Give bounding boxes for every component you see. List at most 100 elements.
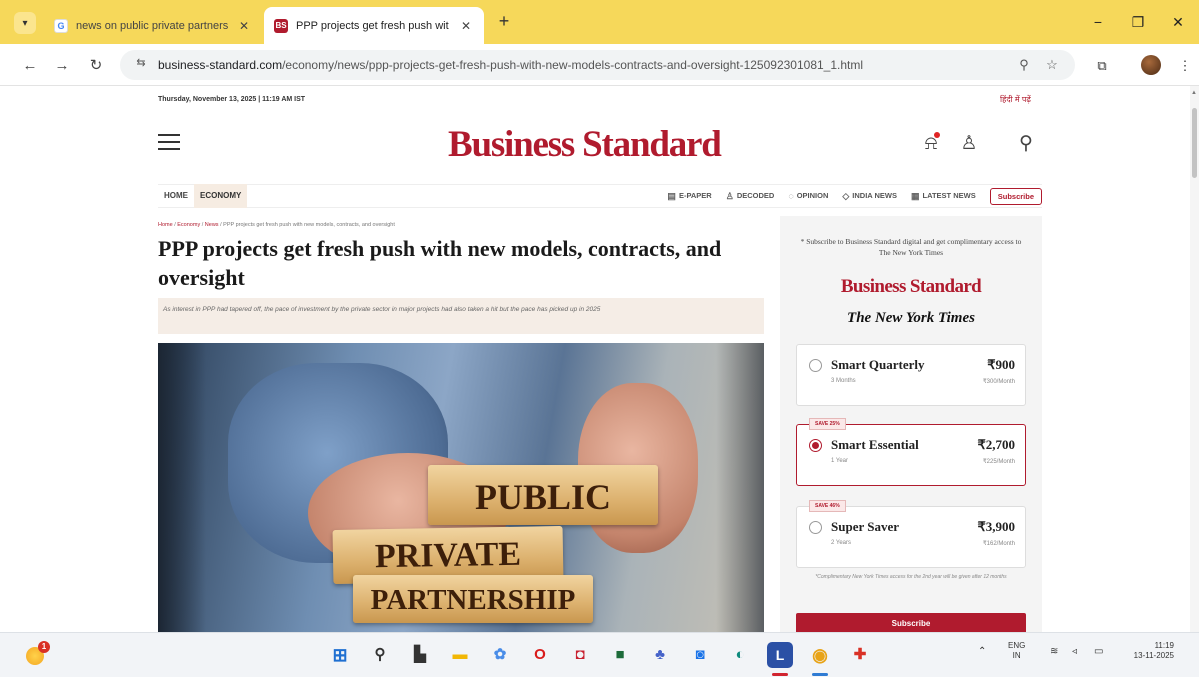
teams-icon[interactable]: ♣: [647, 642, 673, 668]
forward-button[interactable]: →: [50, 54, 74, 78]
widget-badge: 1: [38, 641, 50, 653]
plan-term: 1 Year: [831, 458, 849, 464]
article-summary: As interest in PPP had tapered off, the …: [158, 298, 764, 334]
chrome-browser-icon[interactable]: ◉: [807, 642, 833, 668]
nav-decoded[interactable]: ♙ DECODED: [720, 184, 781, 208]
windows-start-icon[interactable]: ⊞: [327, 642, 353, 668]
plan-smart-quarterly[interactable]: Smart Quarterly 3 Months ₹900 ₹300/Month: [796, 344, 1026, 406]
breadcrumb-home[interactable]: Home: [158, 222, 173, 228]
back-button[interactable]: ←: [18, 54, 42, 78]
minimize-button[interactable]: −: [1078, 10, 1118, 34]
nav-india-news[interactable]: ◇ INDIA NEWS: [836, 184, 903, 208]
newspaper-icon: ▤: [667, 191, 676, 201]
site-info-icon[interactable]: ⇆: [132, 56, 150, 74]
restore-button[interactable]: ❐: [1118, 10, 1158, 34]
google-favicon-icon: G: [54, 18, 68, 33]
task-view-icon[interactable]: ▙: [407, 642, 433, 668]
subscription-panel: * Subscribe to Business Standard digital…: [780, 216, 1042, 632]
arrow-right-icon: →: [54, 57, 70, 74]
app-red-icon[interactable]: ✚: [847, 642, 873, 668]
opinion-icon: ◌: [788, 191, 794, 201]
save-badge: SAVE 25%: [809, 418, 846, 430]
zoom-icon[interactable]: ⚲: [1013, 57, 1035, 73]
tray-overflow-icon[interactable]: ⌃: [978, 647, 986, 657]
browser-tab-article[interactable]: BS PPP projects get fresh push wit ✕: [264, 7, 484, 44]
mcafee-icon[interactable]: ◘: [567, 642, 593, 668]
new-tab-button[interactable]: +: [494, 12, 514, 32]
sidebar-subscribe-button[interactable]: Subscribe: [796, 613, 1026, 632]
edge-browser-icon[interactable]: ◐: [727, 642, 753, 668]
plan-price: ₹3,900: [977, 519, 1015, 534]
more-menu-icon[interactable]: ⋮: [1175, 56, 1195, 76]
hindi-link[interactable]: हिंदी में पढ़ें: [1000, 94, 1031, 105]
plan-radio-selected[interactable]: [809, 439, 822, 452]
nav-opinion[interactable]: ◌ OPINION: [782, 184, 834, 208]
tab-search-button[interactable]: ▾: [14, 12, 36, 34]
subscription-promo-text: * Subscribe to Business Standard digital…: [800, 237, 1022, 257]
address-bar[interactable]: ⇆ business-standard.com/economy/news/ppp…: [120, 50, 1075, 80]
search-icon[interactable]: ⚲: [1015, 133, 1037, 155]
latest-news-icon: ▦: [911, 191, 920, 201]
nav-economy[interactable]: ECONOMY: [194, 184, 248, 208]
plan-per-month: ₹225/Month: [982, 459, 1015, 465]
page-scrollbar[interactable]: ▲: [1190, 86, 1199, 632]
taskbar-search-icon[interactable]: ⚲: [367, 642, 393, 668]
app-store-icon[interactable]: ■: [607, 642, 633, 668]
scroll-up-icon[interactable]: ▲: [1191, 90, 1197, 96]
reload-icon: ↻: [89, 57, 103, 74]
active-indicator: [812, 673, 828, 676]
plan-name: Smart Quarterly: [831, 357, 925, 372]
tab-title: news on public private partners: [76, 19, 229, 32]
plan-term: 2 Years: [831, 540, 852, 546]
nav-right-group: ▤ E-PAPER ♙ DECODED ◌ OPINION ◇ INDIA NEWS ▦…: [661, 184, 1042, 208]
weather-widget[interactable]: 1: [24, 641, 52, 669]
plan-radio[interactable]: [809, 359, 822, 372]
site-logo[interactable]: Business Standard: [448, 123, 722, 166]
tab-close-icon[interactable]: ✕: [236, 19, 252, 33]
outlook-icon[interactable]: ◙: [687, 642, 713, 668]
clock[interactable]: 11:19 13-11-2025: [1124, 641, 1174, 661]
breadcrumb-news[interactable]: News: [205, 222, 219, 228]
reload-button[interactable]: ↻: [84, 54, 108, 78]
browser-tab-search[interactable]: G news on public private partners ✕: [44, 7, 262, 44]
scrollbar-thumb[interactable]: [1192, 108, 1197, 178]
opera-icon[interactable]: O: [527, 642, 553, 668]
plan-name: Super Saver: [831, 519, 900, 534]
wifi-icon[interactable]: ≋: [1050, 647, 1058, 657]
plan-price: ₹2,700: [977, 437, 1015, 452]
bookmark-star-icon[interactable]: ☆: [1041, 57, 1063, 73]
windows-taskbar: 1 ⊞ ⚲ ▙ ▬ ✿ O ◘ ■ ♣ ◙ ◐ L ◉ ✚ ⌃ ENG IN ≋…: [0, 632, 1199, 677]
save-badge: SAVE 46%: [809, 500, 846, 512]
browser-toolbar: ← → ↻ ⇆ business-standard.com/economy/ne…: [0, 44, 1199, 86]
volume-icon[interactable]: ◃: [1072, 647, 1077, 657]
menu-hamburger-icon[interactable]: [158, 134, 180, 155]
arrow-left-icon: ←: [22, 57, 38, 74]
photos-app-icon[interactable]: ✿: [487, 642, 513, 668]
plan-smart-essential[interactable]: SAVE 25% Smart Essential 1 Year ₹2,700 ₹…: [796, 418, 1026, 486]
user-account-icon[interactable]: ♙: [958, 133, 980, 155]
extensions-icon[interactable]: ⧉: [1092, 56, 1112, 76]
nav-epaper[interactable]: ▤ E-PAPER: [661, 184, 717, 208]
profile-avatar[interactable]: [1141, 55, 1161, 75]
language-indicator[interactable]: ENG IN: [1008, 641, 1025, 661]
app-l-icon[interactable]: L: [767, 642, 793, 668]
breadcrumb-economy[interactable]: Economy: [177, 222, 200, 228]
tab-close-icon[interactable]: ✕: [458, 19, 474, 33]
block-partnership: PARTNERSHIP: [353, 575, 593, 623]
plan-per-month: ₹300/Month: [982, 379, 1015, 385]
section-nav: HOME ECONOMY ▤ E-PAPER ♙ DECODED ◌ OPINION …: [158, 184, 1042, 208]
plan-radio[interactable]: [809, 521, 822, 534]
plan-super-saver[interactable]: SAVE 46% Super Saver 2 Years ₹3,900 ₹162…: [796, 500, 1026, 568]
breadcrumb-current: PPP projects get fresh push with new mod…: [223, 222, 395, 228]
url-text[interactable]: business-standard.com/economy/news/ppp-p…: [158, 58, 1007, 72]
tab-title: PPP projects get fresh push wit: [296, 19, 449, 32]
article-hero-image: PUBLIC PRIVATE PARTNERSHIP: [158, 343, 764, 632]
close-window-button[interactable]: ✕: [1158, 10, 1198, 34]
web-page: Thursday, November 13, 2025 | 11:19 AM I…: [0, 86, 1190, 632]
nav-subscribe-button[interactable]: Subscribe: [989, 187, 1042, 205]
nav-home[interactable]: HOME: [158, 184, 194, 208]
battery-icon[interactable]: ▭: [1094, 647, 1103, 657]
nav-latest-news[interactable]: ▦ LATEST NEWS: [905, 184, 982, 208]
file-explorer-icon[interactable]: ▬: [447, 642, 473, 668]
plan-price: ₹900: [987, 357, 1015, 372]
